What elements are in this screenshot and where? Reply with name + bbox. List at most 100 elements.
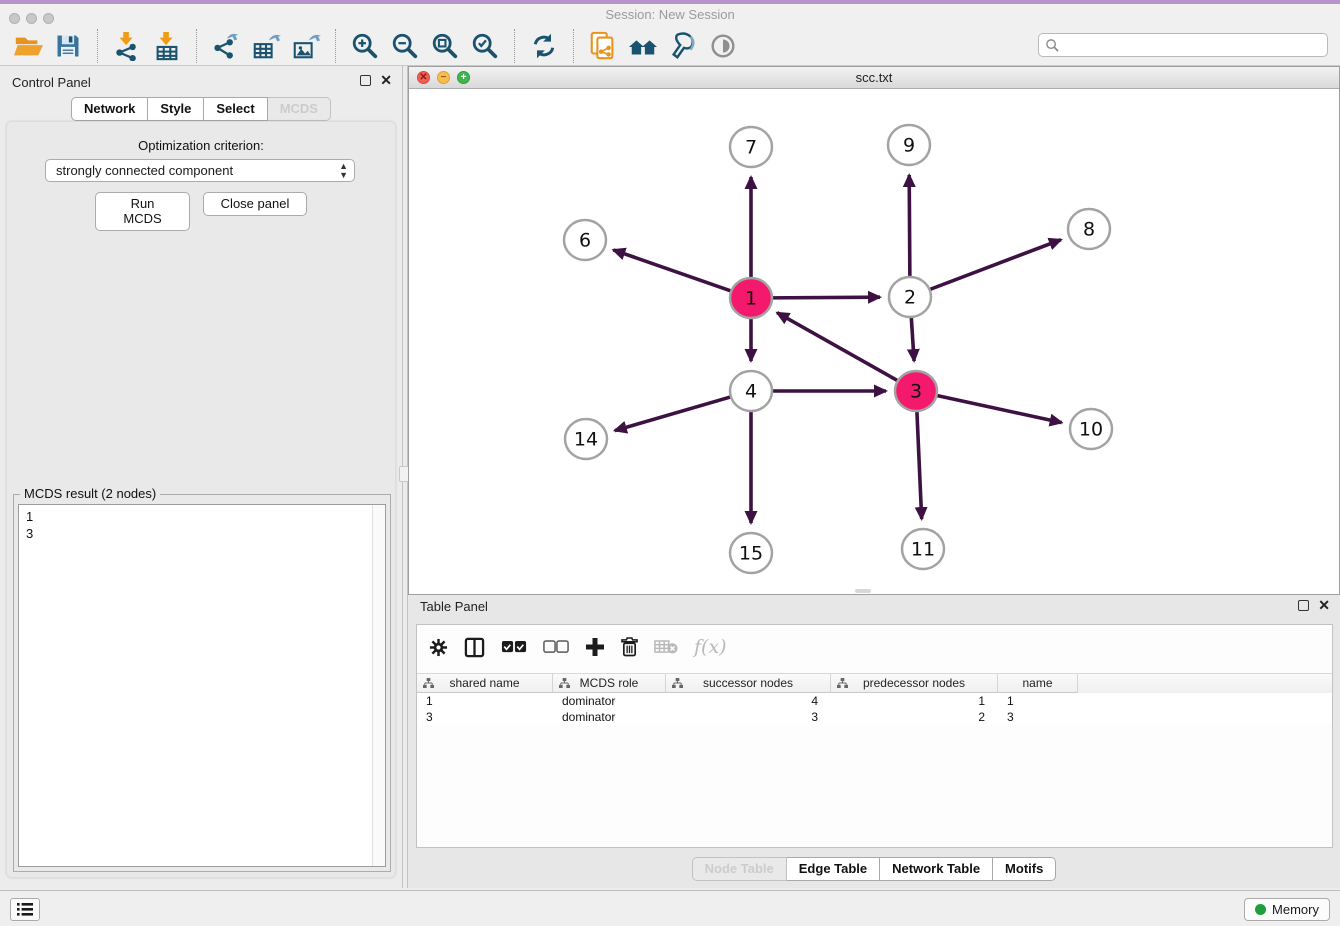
column-header-shared-name[interactable]: shared name <box>417 674 553 693</box>
close-panel-icon[interactable]: ✕ <box>380 75 392 86</box>
tab-network-table[interactable]: Network Table <box>880 857 993 881</box>
zoom-in-button[interactable] <box>348 30 382 62</box>
graph-edge-3-10[interactable] <box>935 395 1062 423</box>
zoom-fit-button[interactable] <box>428 30 462 62</box>
titlebar: Session: New Session <box>0 4 1340 26</box>
tab-motifs[interactable]: Motifs <box>993 857 1056 881</box>
search-input[interactable] <box>1038 33 1328 57</box>
export-table-button[interactable] <box>249 30 283 62</box>
export-network-button[interactable] <box>209 30 243 62</box>
graph-edge-1-2[interactable] <box>770 297 880 298</box>
delete-table-icon <box>654 639 678 655</box>
pane-divider-grip[interactable] <box>855 589 871 593</box>
clone-network-button[interactable] <box>586 30 620 62</box>
hierarchy-icon <box>837 678 848 689</box>
eye-icon <box>708 31 738 61</box>
graph-node-1[interactable]: 1 <box>730 278 772 318</box>
toolbar-separator <box>335 29 336 63</box>
graph-node-15[interactable]: 15 <box>730 533 772 573</box>
svg-text:15: 15 <box>739 543 763 565</box>
home-layout-button[interactable] <box>626 30 660 62</box>
optimization-criterion-label: Optimization criterion: <box>7 138 395 153</box>
hide-panel-button[interactable] <box>706 30 740 62</box>
task-history-button[interactable] <box>10 898 40 921</box>
graph-node-10[interactable]: 10 <box>1070 409 1112 449</box>
table-row[interactable]: 3 dominator 3 2 3 <box>417 709 1332 725</box>
toolbar-separator <box>514 29 515 63</box>
export-network-icon <box>211 31 241 61</box>
show-columns-button[interactable] <box>464 637 485 658</box>
graph-edge-4-14[interactable] <box>615 396 733 430</box>
column-header-name[interactable]: name <box>998 674 1078 693</box>
tab-edge-table[interactable]: Edge Table <box>787 857 880 881</box>
add-column-button[interactable] <box>585 637 605 657</box>
network-graph: 7 9 6 8 1 2 4 3 14 10 15 11 <box>409 89 1339 595</box>
graph-edge-2-8[interactable] <box>928 240 1061 291</box>
node-table: shared name MCDS role successor nodes pr… <box>417 673 1332 725</box>
window-title: Session: New Session <box>0 7 1340 22</box>
svg-text:9: 9 <box>903 135 915 157</box>
column-header-mcds-role[interactable]: MCDS role <box>553 674 666 693</box>
float-table-panel-icon[interactable] <box>1298 600 1309 611</box>
table-panel-tabs: Node Table Edge Table Network Table Moti… <box>408 857 1340 881</box>
run-mcds-button[interactable]: Run MCDS <box>95 192 190 231</box>
svg-text:1: 1 <box>745 288 757 310</box>
graph-node-9[interactable]: 9 <box>888 125 930 165</box>
tab-network[interactable]: Network <box>71 97 148 121</box>
graph-node-6[interactable]: 6 <box>564 220 606 260</box>
mcds-result-group: MCDS result (2 nodes) 1 3 <box>13 494 391 872</box>
graph-edge-1-6[interactable] <box>613 250 733 292</box>
network-canvas[interactable]: 7 9 6 8 1 2 4 3 14 10 15 11 <box>409 89 1339 594</box>
zoom-out-button[interactable] <box>388 30 422 62</box>
graph-edge-3-1[interactable] <box>777 313 899 382</box>
svg-text:6: 6 <box>579 230 591 252</box>
open-folder-icon <box>13 31 43 61</box>
graph-edge-2-9[interactable] <box>909 175 910 278</box>
control-panel: Control Panel ✕ Network Style Select MCD… <box>0 66 402 888</box>
mcds-result-textarea[interactable]: 1 3 <box>18 504 386 867</box>
close-panel-button[interactable]: Close panel <box>203 192 307 216</box>
import-table-icon <box>152 31 182 61</box>
select-all-rows-button[interactable] <box>501 640 527 655</box>
delete-column-button[interactable] <box>621 637 638 657</box>
float-panel-icon[interactable] <box>360 75 371 86</box>
import-network-button[interactable] <box>110 30 144 62</box>
table-row[interactable]: 1 dominator 4 1 1 <box>417 693 1332 709</box>
node-table-card: f(x) shared name MCDS role successor nod… <box>416 624 1333 848</box>
graph-node-8[interactable]: 8 <box>1068 209 1110 249</box>
tab-style[interactable]: Style <box>148 97 204 121</box>
open-session-button[interactable] <box>11 30 45 62</box>
graph-node-3[interactable]: 3 <box>895 371 937 411</box>
save-session-button[interactable] <box>51 30 85 62</box>
style-brush-icon <box>668 31 698 61</box>
graph-node-7[interactable]: 7 <box>730 127 772 167</box>
refresh-button[interactable] <box>527 30 561 62</box>
deselect-all-rows-button[interactable] <box>543 640 569 655</box>
hierarchy-icon <box>559 678 570 689</box>
network-window-titlebar[interactable]: ✕ − + scc.txt <box>409 67 1339 89</box>
tab-node-table[interactable]: Node Table <box>692 857 787 881</box>
export-image-button[interactable] <box>289 30 323 62</box>
graph-node-2[interactable]: 2 <box>889 277 931 317</box>
table-settings-button[interactable] <box>429 638 448 657</box>
tab-select[interactable]: Select <box>204 97 267 121</box>
memory-status-icon <box>1255 904 1266 915</box>
graph-edge-3-11[interactable] <box>917 410 922 519</box>
close-table-panel-icon[interactable]: ✕ <box>1318 600 1330 611</box>
apply-style-button[interactable] <box>666 30 700 62</box>
column-header-successor-nodes[interactable]: successor nodes <box>666 674 831 693</box>
table-header-row: shared name MCDS role successor nodes pr… <box>417 673 1332 693</box>
tab-mcds[interactable]: MCDS <box>268 97 331 121</box>
graph-node-14[interactable]: 14 <box>565 419 607 459</box>
graph-node-4[interactable]: 4 <box>730 371 772 411</box>
memory-button[interactable]: Memory <box>1244 898 1330 921</box>
graph-node-11[interactable]: 11 <box>902 529 944 569</box>
gear-icon <box>429 638 448 657</box>
import-table-button[interactable] <box>150 30 184 62</box>
graph-edge-2-3[interactable] <box>911 316 914 361</box>
zoom-selected-button[interactable] <box>468 30 502 62</box>
dropdown-selected-value: strongly connected component <box>56 163 233 178</box>
column-header-predecessor-nodes[interactable]: predecessor nodes <box>831 674 998 693</box>
optimization-criterion-select[interactable]: strongly connected component ▲▼ <box>45 159 355 182</box>
result-scrollbar[interactable] <box>372 505 385 866</box>
